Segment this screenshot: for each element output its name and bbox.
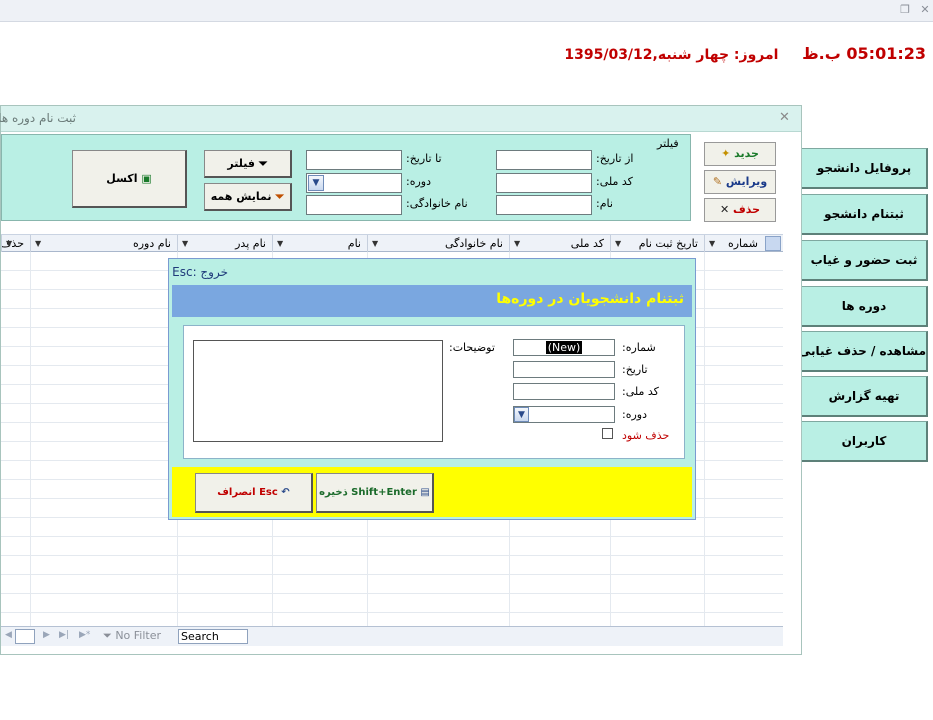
clock-date: امروز: چهار شنبه,1395/03/12 — [564, 47, 779, 63]
number-label: شماره: — [622, 341, 656, 354]
chevron-down-icon[interactable]: ▼ — [514, 407, 529, 422]
record-number-input[interactable] — [15, 629, 35, 644]
form-titlebar: ثبت نام دوره ها - ✕ — [0, 106, 801, 132]
select-all-cell[interactable] — [765, 236, 781, 251]
undo-icon: ↶ — [281, 487, 290, 498]
nav-courses[interactable]: دوره ها — [801, 286, 928, 327]
no-filter-indicator[interactable]: ⏷ No Filter — [103, 629, 161, 643]
date-input[interactable] — [513, 361, 615, 378]
delete-check-label: حذف شود — [622, 429, 670, 442]
new-record-nav-icon[interactable]: ▶* — [79, 630, 90, 640]
pencil-icon: ✎ — [712, 175, 723, 188]
cancel-button[interactable]: انصراف Esc ↶ — [195, 473, 313, 513]
number-input[interactable]: (New) — [513, 339, 615, 356]
to-date-input[interactable] — [306, 150, 402, 170]
filter-legend: فیلتر — [654, 137, 682, 150]
name-input[interactable] — [496, 195, 592, 215]
from-date-label: از تاریخ: — [596, 152, 634, 165]
save-icon: ▤ — [420, 487, 430, 498]
funnel-icon: ⏷ — [258, 157, 268, 170]
filter-button[interactable]: ⏷ فیلتر — [204, 150, 292, 178]
last-record-icon[interactable]: ▶| — [59, 630, 69, 640]
from-date-input[interactable] — [496, 150, 592, 170]
col-name[interactable]: نام ▼ — [272, 235, 367, 252]
national-code-label: کد ملی: — [622, 385, 659, 398]
exit-link[interactable]: خروج :Esc — [172, 265, 228, 279]
nav-reports[interactable]: تهیه گزارش — [801, 376, 928, 417]
date-label: تاریخ: — [622, 363, 648, 376]
save-button[interactable]: ذخیره Shift+Enter ▤ — [316, 473, 434, 513]
dialog-title: ثبتنام دانشجویان در دوره‌ها — [496, 291, 684, 307]
new-record-icon: ✦ — [721, 147, 731, 160]
col-father-name[interactable]: نام پدر ▼ — [177, 235, 272, 252]
grid-col-line — [30, 252, 31, 626]
course-label: دوره: — [622, 408, 647, 421]
app-top-strip: ❐ ✕ — [0, 0, 933, 22]
excel-icon: ▣ — [141, 172, 152, 185]
record-navigation-bar: ◀ ▶ ▶| ▶* ⏷ No Filter Search — [1, 626, 783, 646]
col-national-code[interactable]: کد ملی ▼ — [509, 235, 610, 252]
grid-header: شماره ▼ تاریخ ثبت نام ▼ کد ملی ▼ نام خانواد… — [1, 234, 783, 252]
enrollment-dialog: خروج :Esc ثبتنام دانشجویان در دوره‌ها شم… — [168, 258, 696, 520]
funnel-off-icon: ⏷ — [103, 629, 112, 642]
nav-student-registration[interactable]: ثبتنام دانشجو — [801, 194, 928, 235]
dialog-header: ثبتنام دانشجویان در دوره‌ها — [172, 285, 692, 317]
col-register-date[interactable]: تاریخ ثبت نام ▼ — [610, 235, 704, 252]
nav-users[interactable]: کاربران — [801, 421, 928, 462]
search-input[interactable]: Search — [178, 629, 248, 644]
delete-checkbox[interactable] — [602, 428, 613, 439]
course-select[interactable]: ▼ — [513, 406, 615, 423]
family-input[interactable] — [306, 195, 402, 215]
course-select[interactable]: ▼ — [306, 173, 402, 193]
grid-col-line — [704, 252, 705, 626]
excel-button[interactable]: ▣ اکسل — [72, 150, 187, 208]
clock: 05:01:23 ب.ظ امروز: چهار شنبه,1395/03/12 — [564, 44, 926, 70]
close-icon[interactable]: ✕ — [918, 3, 932, 17]
col-number[interactable]: شماره ▼ — [704, 235, 764, 252]
col-family[interactable]: نام خانوادگی ▼ — [367, 235, 509, 252]
col-course-name[interactable]: نام دوره ▼ — [30, 235, 177, 252]
delete-button[interactable]: حذف ✕ — [704, 198, 776, 222]
filter-panel: فیلتر از تاریخ: کد ملی: نام: تا تاریخ: د… — [1, 134, 691, 221]
new-button[interactable]: جدید ✦ — [704, 142, 776, 166]
nav-attendance[interactable]: ثبت حضور و غیاب — [801, 240, 928, 281]
national-code-input[interactable] — [513, 383, 615, 400]
to-date-label: تا تاریخ: — [406, 152, 442, 165]
form-title: ثبت نام دوره ها - — [0, 111, 76, 125]
national-code-input[interactable] — [496, 173, 592, 193]
national-code-label: کد ملی: — [596, 175, 633, 188]
notes-label: توضیحات: — [449, 341, 495, 354]
chevron-down-icon[interactable]: ▼ — [308, 175, 324, 191]
nav-student-profile[interactable]: پروفایل دانشجو — [801, 148, 928, 189]
show-all-button[interactable]: ⏷ نمایش همه — [204, 183, 292, 211]
family-label: نام خانوادگی: — [406, 197, 468, 210]
next-record-icon[interactable]: ▶ — [43, 630, 50, 640]
form-close-icon[interactable]: ✕ — [779, 110, 790, 125]
edit-button[interactable]: ویرایش ✎ — [704, 170, 776, 194]
delete-x-icon: ✕ — [719, 203, 730, 216]
course-label: دوره: — [406, 175, 431, 188]
name-label: نام: — [596, 197, 613, 210]
nav-view-absences[interactable]: مشاهده / حذف غیابی — [801, 331, 928, 372]
restore-icon[interactable]: ❐ — [898, 3, 912, 17]
clock-time: 05:01:23 ب.ظ — [802, 44, 926, 63]
notes-textarea[interactable] — [193, 340, 443, 442]
prev-record-icon[interactable]: ◀ — [5, 630, 12, 640]
col-delete[interactable]: حذف ▼ — [1, 235, 30, 252]
clear-filter-icon: ⏷ — [275, 190, 285, 203]
